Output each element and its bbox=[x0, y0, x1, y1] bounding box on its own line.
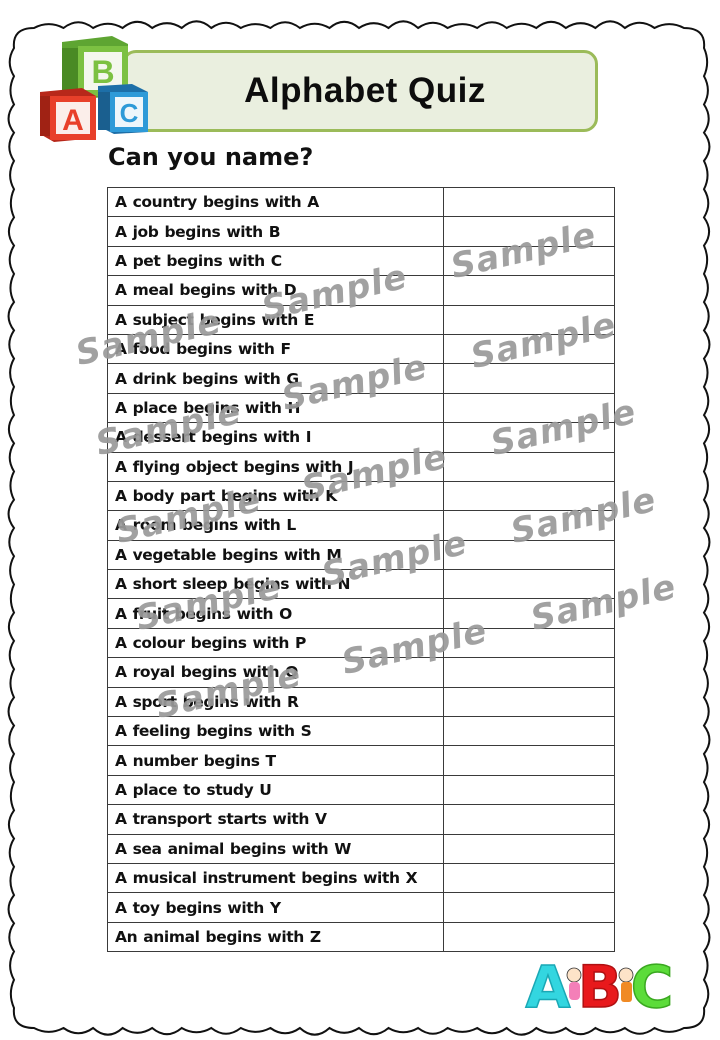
answer-cell[interactable] bbox=[443, 745, 615, 776]
question-cell: A flying object begins with J bbox=[107, 451, 444, 482]
question-cell: A drink begins with G bbox=[107, 363, 444, 394]
table-row: A short sleep begins with N bbox=[107, 569, 615, 600]
answer-cell[interactable] bbox=[443, 774, 615, 806]
question-cell: A sea animal begins with W bbox=[107, 833, 444, 864]
question-cell: A country begins with A bbox=[107, 186, 444, 218]
table-row: A number begins T bbox=[107, 745, 615, 776]
table-row: A place begins with H bbox=[107, 392, 615, 424]
question-cell: A place begins with H bbox=[107, 392, 444, 424]
answer-cell[interactable] bbox=[443, 363, 615, 394]
question-cell: A job begins with B bbox=[107, 216, 444, 247]
block-a: A bbox=[40, 88, 96, 142]
question-cell: A fruit begins with O bbox=[107, 598, 444, 629]
table-row: A drink begins with G bbox=[107, 363, 615, 394]
page-title: Alphabet Quiz bbox=[244, 71, 486, 110]
logo-letter-c: C bbox=[631, 955, 674, 1015]
question-cell: A transport starts with V bbox=[107, 804, 444, 835]
table-row: A country begins with A bbox=[107, 186, 615, 218]
table-row: A body part begins with K bbox=[107, 480, 615, 512]
block-letter-b: B bbox=[91, 54, 114, 90]
answer-cell[interactable] bbox=[443, 333, 615, 365]
table-row: A sea animal begins with W bbox=[107, 833, 615, 864]
question-cell: A food begins with F bbox=[107, 333, 444, 365]
table-row: A room begins with L bbox=[107, 510, 615, 541]
answer-cell[interactable] bbox=[443, 598, 615, 629]
question-cell: A dessert begins with I bbox=[107, 422, 444, 453]
answer-cell[interactable] bbox=[443, 716, 615, 747]
table-row: A colour begins with P bbox=[107, 627, 615, 659]
kid-boy-icon bbox=[618, 967, 634, 1002]
answer-cell[interactable] bbox=[443, 833, 615, 864]
table-row: A food begins with F bbox=[107, 333, 615, 365]
answer-cell[interactable] bbox=[443, 921, 615, 953]
logo-letter-a: A bbox=[526, 955, 571, 1015]
table-row: A royal begins with Q bbox=[107, 657, 615, 688]
table-row: A transport starts with V bbox=[107, 804, 615, 835]
answer-cell[interactable] bbox=[443, 275, 615, 306]
block-letter-c: C bbox=[120, 98, 139, 128]
answer-cell[interactable] bbox=[443, 892, 615, 923]
answer-cell[interactable] bbox=[443, 392, 615, 424]
table-row: A flying object begins with J bbox=[107, 451, 615, 482]
answer-cell[interactable] bbox=[443, 216, 615, 247]
table-row: A fruit begins with O bbox=[107, 598, 615, 629]
answer-cell[interactable] bbox=[443, 657, 615, 688]
block-c: C bbox=[98, 84, 148, 134]
abc-blocks-icon: B C A bbox=[40, 36, 148, 142]
answer-cell[interactable] bbox=[443, 422, 615, 453]
question-cell: A toy begins with Y bbox=[107, 892, 444, 923]
question-cell: A place to study U bbox=[107, 774, 444, 806]
answer-cell[interactable] bbox=[443, 451, 615, 482]
question-cell: A subject begins with E bbox=[107, 304, 444, 335]
answer-cell[interactable] bbox=[443, 686, 615, 718]
table-row: A dessert begins with I bbox=[107, 422, 615, 453]
table-row: A vegetable begins with M bbox=[107, 539, 615, 571]
quiz-table: A country begins with AA job begins with… bbox=[107, 186, 615, 953]
question-cell: A musical instrument begins with X bbox=[107, 862, 444, 894]
answer-cell[interactable] bbox=[443, 862, 615, 894]
answer-cell[interactable] bbox=[443, 510, 615, 541]
question-cell: A sport begins with R bbox=[107, 686, 444, 718]
question-cell: A feeling begins with S bbox=[107, 716, 444, 747]
question-cell: A vegetable begins with M bbox=[107, 539, 444, 571]
answer-cell[interactable] bbox=[443, 539, 615, 571]
table-row: A toy begins with Y bbox=[107, 892, 615, 923]
answer-cell[interactable] bbox=[443, 627, 615, 659]
table-row: A sport begins with R bbox=[107, 686, 615, 718]
answer-cell[interactable] bbox=[443, 304, 615, 335]
subtitle: Can you name? bbox=[108, 143, 314, 171]
table-row: An animal begins with Z bbox=[107, 921, 615, 953]
table-row: A feeling begins with S bbox=[107, 716, 615, 747]
table-row: A job begins with B bbox=[107, 216, 615, 247]
answer-cell[interactable] bbox=[443, 480, 615, 512]
answer-cell[interactable] bbox=[443, 245, 615, 277]
question-cell: A pet begins with C bbox=[107, 245, 444, 277]
abc-logo: A B C bbox=[525, 955, 674, 1015]
answer-cell[interactable] bbox=[443, 569, 615, 600]
table-row: A pet begins with C bbox=[107, 245, 615, 277]
table-row: A subject begins with E bbox=[107, 304, 615, 335]
question-cell: A short sleep begins with N bbox=[107, 569, 444, 600]
question-cell: A meal begins with D bbox=[107, 275, 444, 306]
question-cell: A number begins T bbox=[107, 745, 444, 776]
table-row: A place to study U bbox=[107, 774, 615, 806]
table-row: A meal begins with D bbox=[107, 275, 615, 306]
table-row: A musical instrument begins with X bbox=[107, 862, 615, 894]
question-cell: A colour begins with P bbox=[107, 627, 444, 659]
question-cell: A royal begins with Q bbox=[107, 657, 444, 688]
answer-cell[interactable] bbox=[443, 186, 615, 218]
question-cell: A body part begins with K bbox=[107, 480, 444, 512]
question-cell: A room begins with L bbox=[107, 510, 444, 541]
logo-letter-b: B bbox=[578, 955, 622, 1015]
answer-cell[interactable] bbox=[443, 804, 615, 835]
block-letter-a: A bbox=[62, 104, 84, 137]
question-cell: An animal begins with Z bbox=[107, 921, 444, 953]
